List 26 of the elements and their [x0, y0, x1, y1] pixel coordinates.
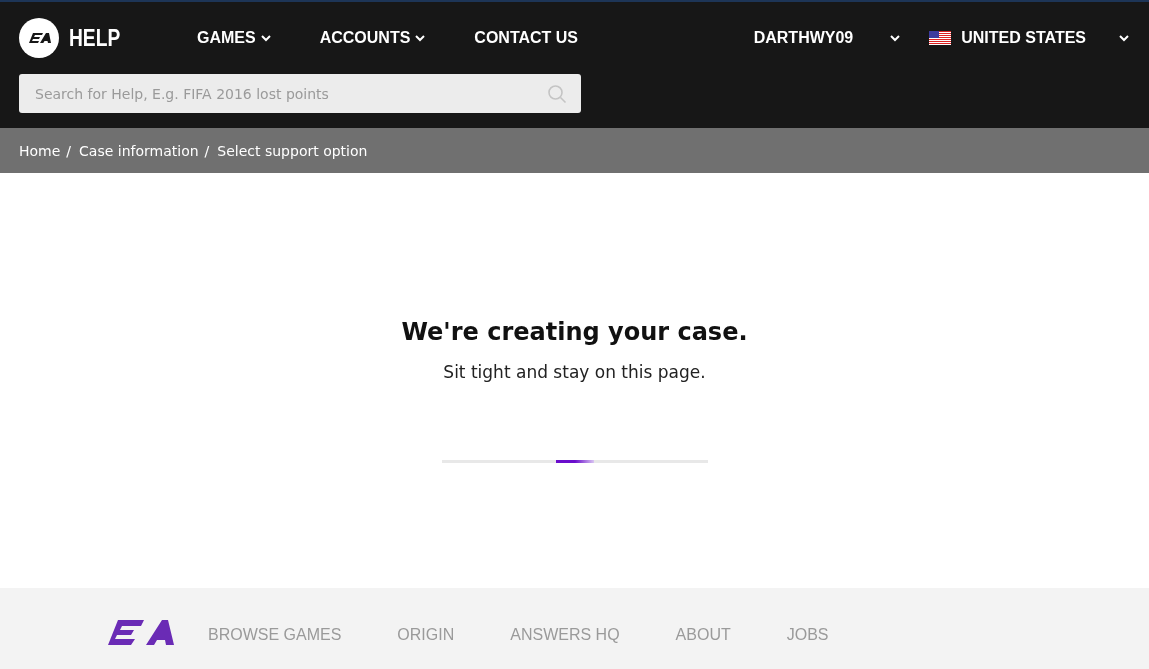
status-title: We're creating your case. — [401, 318, 748, 346]
loading-segment — [555, 460, 594, 463]
footer-link[interactable]: ORIGIN — [397, 625, 455, 644]
breadcrumb-separator: / — [204, 142, 210, 159]
logo-icon[interactable] — [19, 18, 59, 58]
footer-link[interactable]: JOBS — [786, 625, 829, 644]
flag-icon — [929, 31, 952, 45]
nav-link[interactable]: CONTACT US — [474, 29, 579, 47]
nav-link[interactable]: ACCOUNTS — [319, 29, 427, 47]
status-message: Sit tight and stay on this page. — [443, 362, 706, 382]
footer-link[interactable]: ANSWERS HQ — [510, 625, 620, 644]
nav-link[interactable]: GAMES — [197, 29, 272, 47]
breadcrumb-link[interactable]: Case information — [79, 142, 199, 159]
breadcrumb-link[interactable]: Home — [19, 142, 61, 159]
chevron-down-icon — [259, 32, 272, 44]
user-menu[interactable]: DARTHWY09 — [753, 29, 902, 47]
brand-title: HELP — [69, 24, 121, 52]
chevron-down-icon — [889, 32, 902, 44]
region-selector[interactable]: UNITED STATES — [929, 29, 1130, 47]
chevron-down-icon — [414, 32, 427, 44]
search-field[interactable]: Search for Help, E.g. FIFA 2016 lost points — [19, 74, 581, 113]
chevron-down-icon — [1118, 32, 1130, 44]
breadcrumb-separator: / — [66, 142, 72, 159]
footer-link[interactable]: ABOUT — [675, 625, 731, 644]
breadcrumb-link[interactable]: Select support option — [217, 142, 368, 159]
footer-link[interactable]: BROWSE GAMES — [208, 625, 342, 644]
